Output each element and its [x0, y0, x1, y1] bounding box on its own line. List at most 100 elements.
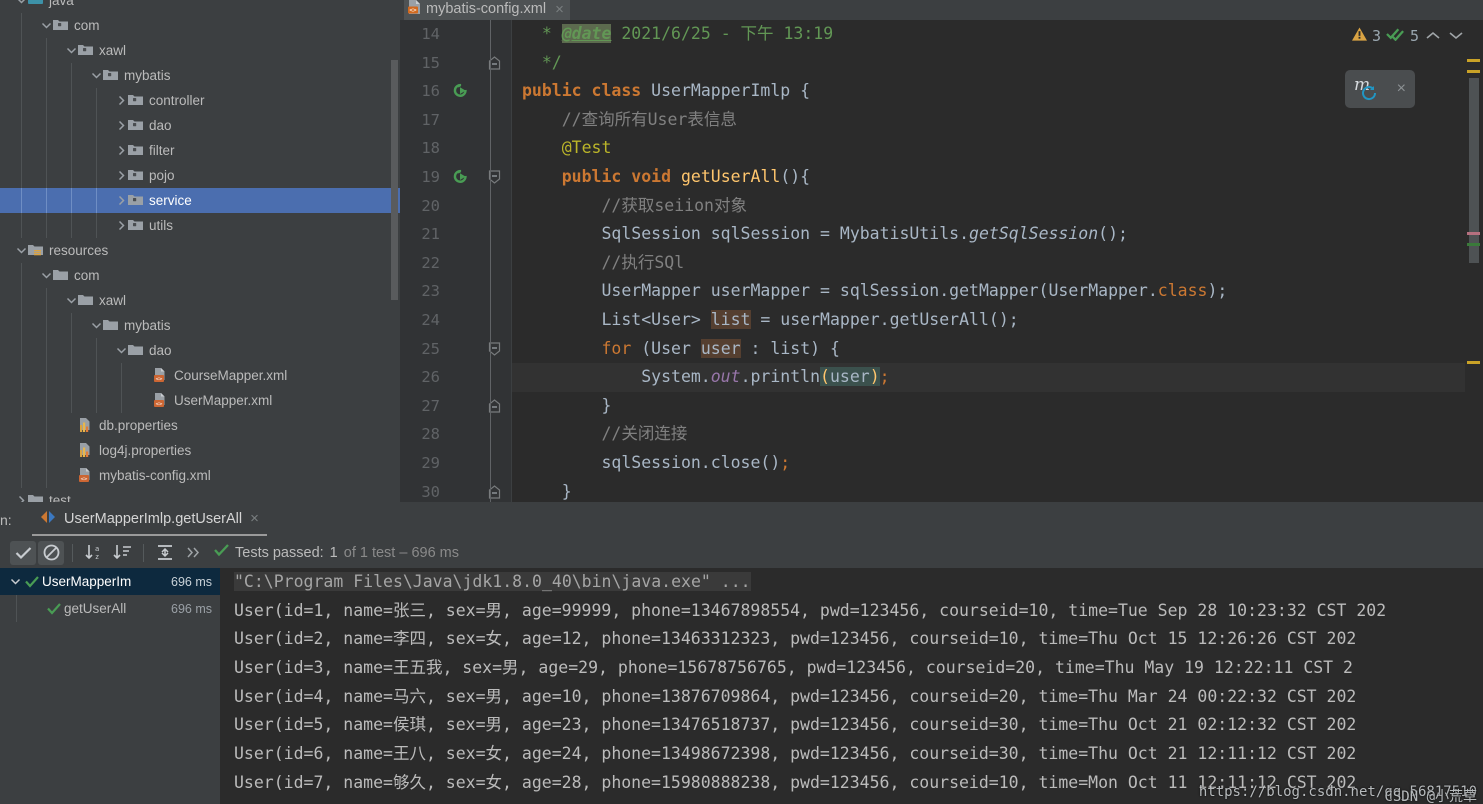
close-icon[interactable]: ×: [1397, 80, 1406, 98]
tree-twisty-right-icon[interactable]: [14, 488, 28, 502]
tree-item-com[interactable]: com: [0, 263, 400, 288]
show-passed-toggle[interactable]: [10, 540, 36, 565]
stripe-marker-warning[interactable]: [1467, 59, 1480, 62]
tree-twisty-down-icon[interactable]: [64, 288, 78, 313]
tree-twisty-down-icon[interactable]: [39, 263, 53, 288]
tree-twisty-down-icon[interactable]: [39, 13, 53, 38]
tree-item-resources[interactable]: resources: [0, 238, 400, 263]
code-line[interactable]: }: [512, 478, 1483, 503]
editor-scrollbar[interactable]: [1465, 20, 1483, 502]
hide-ignored-toggle[interactable]: [38, 540, 64, 565]
tree-twisty-right-icon[interactable]: [114, 188, 128, 213]
stripe-marker-usage[interactable]: [1467, 232, 1480, 235]
tree-twisty-none-icon[interactable]: [139, 388, 153, 413]
tree-twisty-down-icon[interactable]: [64, 38, 78, 63]
tree-twisty-right-icon[interactable]: [114, 213, 128, 238]
tree-item-xawl[interactable]: xawl: [0, 38, 400, 63]
chevron-down-icon[interactable]: [1447, 29, 1465, 44]
scrollbar-thumb[interactable]: [1469, 78, 1479, 263]
gutter-row[interactable]: [446, 363, 512, 392]
tree-twisty-right-icon[interactable]: [114, 88, 128, 113]
tree-item-pojo[interactable]: pojo: [0, 163, 400, 188]
test-row[interactable]: getUserAll 696 ms: [0, 595, 220, 622]
tree-twisty-right-icon[interactable]: [114, 138, 128, 163]
tree-twisty-right-icon[interactable]: [114, 163, 128, 188]
tree-item-service[interactable]: service: [0, 188, 400, 213]
tree-twisty-none-icon[interactable]: [64, 438, 78, 463]
stripe-marker-added[interactable]: [1467, 243, 1480, 246]
tree-twisty-none-icon[interactable]: [64, 413, 78, 438]
expand-collapse-icon[interactable]: [152, 541, 178, 565]
code-line[interactable]: List<User> list = userMapper.getUserAll(…: [512, 306, 1483, 335]
tree-item-test[interactable]: test: [0, 488, 400, 502]
close-icon[interactable]: ×: [250, 510, 259, 527]
run-configuration-tab[interactable]: UserMapperImlp.getUserAll ×: [32, 503, 267, 536]
inspection-widget[interactable]: 3 5: [1351, 27, 1465, 45]
tree-item-mybatis[interactable]: mybatis: [0, 63, 400, 88]
code-line[interactable]: //获取seiion对象: [512, 192, 1483, 221]
stripe-marker-warning[interactable]: [1467, 70, 1480, 73]
tree-twisty-none-icon[interactable]: [139, 363, 153, 388]
tree-item-com[interactable]: com: [0, 13, 400, 38]
tree-item-usermapper-xml[interactable]: <> UserMapper.xml: [0, 388, 400, 413]
code-line[interactable]: sqlSession.close();: [512, 449, 1483, 478]
code-line[interactable]: SqlSession sqlSession = MybatisUtils.get…: [512, 220, 1483, 249]
gutter-row[interactable]: [446, 192, 512, 221]
gutter-row[interactable]: [446, 134, 512, 163]
run-test-icon[interactable]: [452, 169, 469, 191]
stripe-marker-warning[interactable]: [1467, 361, 1480, 364]
tree-twisty-right-icon[interactable]: [114, 113, 128, 138]
tree-item-db-properties[interactable]: db.properties: [0, 413, 400, 438]
close-icon[interactable]: ×: [555, 1, 564, 18]
gutter-row[interactable]: [446, 420, 512, 449]
tree-item-xawl[interactable]: xawl: [0, 288, 400, 313]
tree-item-log4j-properties[interactable]: log4j.properties: [0, 438, 400, 463]
chevron-up-icon[interactable]: [1424, 29, 1442, 44]
code-line[interactable]: public void getUserAll(){: [512, 163, 1483, 192]
code-area[interactable]: * @date 2021/6/25 - 下午 13:19 */ public cl…: [512, 20, 1483, 502]
code-line[interactable]: //执行SQl: [512, 249, 1483, 278]
gutter-row[interactable]: [446, 49, 512, 78]
tree-item-java[interactable]: java: [0, 0, 400, 13]
test-twisty-icon[interactable]: [8, 576, 22, 587]
project-tree-panel[interactable]: java com xawl mybatis controller dao filter poj…: [0, 0, 400, 502]
gutter-row[interactable]: [446, 306, 512, 335]
tree-item-utils[interactable]: utils: [0, 213, 400, 238]
code-line[interactable]: @Test: [512, 134, 1483, 163]
tree-item-coursemapper-xml[interactable]: <> CourseMapper.xml: [0, 363, 400, 388]
code-line[interactable]: for (User user : list) {: [512, 335, 1483, 364]
gutter-icon-column[interactable]: [446, 20, 512, 506]
tree-item-mybatis[interactable]: mybatis: [0, 313, 400, 338]
tree-twisty-down-icon[interactable]: [114, 338, 128, 363]
code-line[interactable]: System.out.println(user);: [512, 363, 1483, 392]
code-line[interactable]: public class UserMapperImlp {: [512, 77, 1483, 106]
gutter-row[interactable]: [446, 106, 512, 135]
gutter-row[interactable]: [446, 335, 512, 364]
gutter-row[interactable]: [446, 20, 512, 49]
tree-twisty-down-icon[interactable]: [89, 63, 103, 88]
code-line[interactable]: */: [512, 49, 1483, 78]
console-output[interactable]: "C:\Program Files\Java\jdk1.8.0_40\bin\j…: [220, 568, 1483, 804]
tree-twisty-down-icon[interactable]: [14, 0, 28, 13]
gutter-row[interactable]: [446, 392, 512, 421]
tree-item-dao[interactable]: dao: [0, 338, 400, 363]
test-row[interactable]: UserMapperIm 696 ms: [0, 568, 220, 595]
gutter-row[interactable]: [446, 249, 512, 278]
tree-item-filter[interactable]: filter: [0, 138, 400, 163]
tree-item-controller[interactable]: controller: [0, 88, 400, 113]
code-line[interactable]: //查询所有User表信息: [512, 106, 1483, 135]
sort-list-icon[interactable]: [109, 541, 135, 565]
code-line[interactable]: }: [512, 392, 1483, 421]
chevrons-right-icon[interactable]: [180, 541, 206, 565]
code-line[interactable]: UserMapper userMapper = sqlSession.getMa…: [512, 277, 1483, 306]
project-tree-scrollbar[interactable]: [391, 60, 398, 300]
gutter-row[interactable]: [446, 277, 512, 306]
gutter-row[interactable]: [446, 163, 512, 192]
tree-item-dao[interactable]: dao: [0, 113, 400, 138]
code-line[interactable]: //关闭连接: [512, 420, 1483, 449]
test-runner-toolbar[interactable]: a z Tests passed: 1 of 1 test – 696 ms: [0, 537, 1483, 568]
test-results-tree[interactable]: UserMapperIm 696 ms getUserAll 696 ms: [0, 568, 220, 804]
tree-twisty-down-icon[interactable]: [89, 313, 103, 338]
editor-tab-mybatis-config[interactable]: <> mybatis-config.xml ×: [404, 0, 570, 20]
run-test-icon[interactable]: [452, 83, 469, 105]
